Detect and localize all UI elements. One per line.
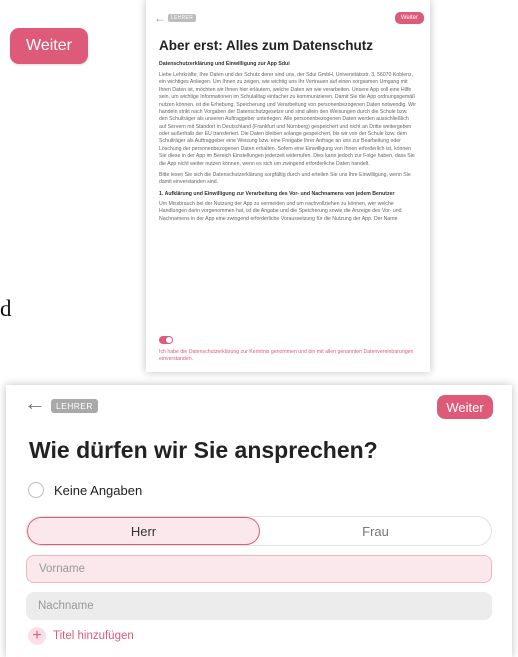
consent-toggle[interactable] [159, 336, 173, 344]
privacy-title: Aber erst: Alles zum Datenschutz [159, 38, 374, 53]
back-arrow-icon[interactable]: ← [24, 392, 46, 414]
radio-button[interactable] [28, 482, 44, 498]
privacy-paragraph: Bitte lesen Sie sich die Datenschutzerkl… [159, 171, 411, 186]
privacy-weiter-button[interactable]: Weiter [394, 12, 424, 24]
last-name-field[interactable]: Nachname [26, 592, 492, 620]
first-name-field[interactable]: Vorname [26, 555, 492, 583]
privacy-paragraph: Um Missbrauch bei der Nutzung der App zu… [159, 201, 402, 222]
form-title: Wie dürfen wir Sie ansprechen? [29, 437, 378, 463]
scroll-fade [146, 300, 430, 326]
add-title-button[interactable]: + Titel hinzufügen [28, 627, 134, 645]
back-arrow-icon[interactable]: ← [154, 11, 166, 25]
weiter-button[interactable]: Weiter [10, 28, 88, 64]
stray-text: d [0, 296, 12, 321]
salutation-frau-option[interactable]: Frau [260, 517, 491, 545]
consent-label[interactable]: Ich habe die Datenschutzerklärung zur Ke… [159, 349, 421, 363]
salutation-screen: ← LEHRER Weiter Wie dürfen wir Sie anspr… [6, 385, 512, 657]
role-badge: LEHRER [168, 14, 197, 22]
salutation-herr-option[interactable]: Herr [27, 517, 260, 545]
role-badge: LEHRER [51, 399, 98, 413]
section-heading: 1. Aufklärung und Einwilligung zur Verar… [159, 190, 395, 197]
privacy-consent-screen: ← LEHRER Weiter Aber erst: Alles zum Dat… [146, 0, 430, 372]
salutation-selector: Herr Frau [26, 516, 492, 546]
add-title-label: Titel hinzufügen [53, 630, 134, 642]
privacy-text: Liebe Lehrkräfte, Ihre Daten und der Sch… [159, 72, 417, 227]
privacy-paragraph: Liebe Lehrkräfte, Ihre Daten und der Sch… [159, 72, 416, 167]
form-weiter-button[interactable]: Weiter [437, 395, 493, 419]
plus-icon: + [28, 627, 46, 645]
privacy-subtitle: Datenschutzerklärung und Einwilligung zu… [159, 61, 290, 67]
privacy-header: ← LEHRER Weiter [146, 0, 430, 30]
no-answer-label: Keine Angaben [54, 482, 143, 498]
no-answer-option[interactable]: Keine Angaben [28, 482, 142, 498]
